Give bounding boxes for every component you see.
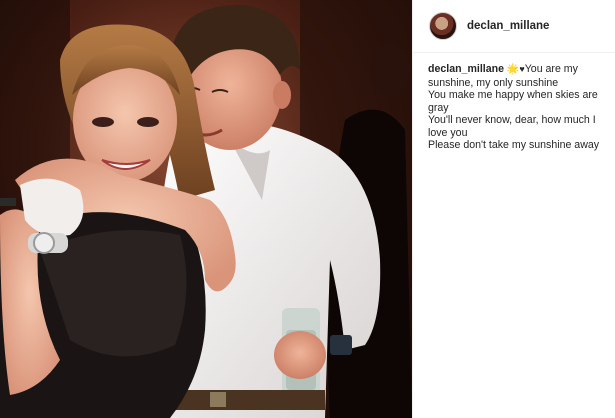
- caption-text-line-2: You make me happy when skies are gray: [428, 89, 598, 114]
- profile-avatar[interactable]: [429, 12, 457, 40]
- caption-text-line-4: Please don't take my sunshine away: [428, 139, 600, 151]
- couple-photo-illustration: [0, 0, 412, 418]
- header-username-link[interactable]: declan_millane: [467, 20, 549, 32]
- post-photo[interactable]: [0, 0, 412, 418]
- caption-username-link[interactable]: declan_millane: [428, 63, 504, 75]
- post-side-panel: declan_millane declan_millane 🌟♥You are …: [412, 0, 615, 418]
- instagram-post: declan_millane declan_millane 🌟♥You are …: [0, 0, 615, 418]
- sun-emoji-icon: 🌟: [506, 64, 520, 75]
- caption-text-line-3: You'll never know, dear, how much I love…: [428, 114, 596, 139]
- post-header: declan_millane: [413, 0, 615, 53]
- caption-first-line: declan_millane 🌟♥You are my sunshine, my…: [428, 63, 613, 89]
- post-caption: declan_millane 🌟♥You are my sunshine, my…: [413, 53, 613, 152]
